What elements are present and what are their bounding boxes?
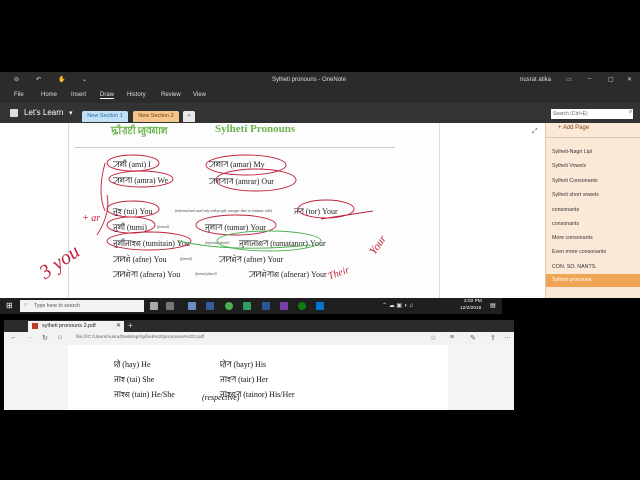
- page-item[interactable]: CON. SO. NANTS.: [552, 264, 597, 270]
- pdf-viewer[interactable]: ꠢꠦ (hay) He ꠢꠦꠞ (hayr) His ꠔꠣꠁ (tai) She…: [4, 345, 514, 410]
- browser-tab-title: sylheti pronouns 2.pdf: [42, 323, 96, 329]
- divider: [546, 137, 640, 138]
- chevron-down-icon[interactable]: ▾: [69, 109, 73, 117]
- tab-file[interactable]: File: [14, 92, 24, 98]
- section-tab-1[interactable]: New Section 1: [82, 111, 128, 122]
- section-tab-2[interactable]: New Section 2: [133, 111, 179, 122]
- page-item[interactable]: Sylheti-Nagri Lipi: [552, 149, 592, 155]
- pdf-possessive-row: ꠔꠣꠁꠞ (tair) Her: [220, 375, 269, 384]
- ink-note-plus-ar: + ar: [82, 213, 101, 224]
- notifications-icon[interactable]: ▤: [490, 302, 496, 309]
- add-page-button[interactable]: + Add Page: [558, 125, 589, 131]
- edge-icon[interactable]: [316, 302, 324, 310]
- notes-icon[interactable]: ✎: [470, 334, 476, 342]
- page-item[interactable]: Sylheti short vowels: [552, 192, 599, 198]
- word-icon[interactable]: [262, 302, 270, 310]
- refresh-icon[interactable]: ↻: [42, 334, 48, 342]
- window-title: Sylheti pronouns - OneNote: [272, 77, 347, 83]
- page-item[interactable]: consonants: [552, 221, 579, 227]
- page-item[interactable]: consonants: [552, 207, 579, 213]
- address-bar-row: ← → ↻ ⌂ file:///C:/Users/nusra/Desktop/S…: [4, 332, 514, 346]
- pdf-pronoun-row: ꠔꠣꠁꠘ (tain) He/She: [114, 390, 175, 399]
- share-icon[interactable]: ⇪: [490, 334, 496, 342]
- search-icon: ○: [24, 302, 28, 308]
- taskbar: ⊞ ○ Type here to search ⌃ ☁ ▣ ◖ ♫ 2:02 P…: [0, 298, 502, 314]
- home-icon[interactable]: ⌂: [58, 334, 62, 341]
- more-icon[interactable]: …: [504, 333, 511, 340]
- page-list-pane: + Add Page Sylheti-Nagri Lipi Sylheti Vo…: [545, 123, 640, 298]
- app-icon[interactable]: [206, 302, 214, 310]
- pdf-possessive-row: ꠔꠣꠁꠘꠞ (tainor) His/Her: [220, 390, 295, 399]
- quick-access-icon[interactable]: ⌄: [82, 76, 87, 83]
- page-item[interactable]: Sylheti Vowels: [552, 163, 586, 169]
- browser-tab-strip: sylheti pronouns 2.pdf ✕ +: [4, 320, 514, 332]
- app-icon[interactable]: [188, 302, 196, 310]
- page-item[interactable]: Even more consonants: [552, 249, 606, 255]
- user-name[interactable]: nusrat atika: [520, 77, 551, 83]
- maximize-icon[interactable]: ▢: [608, 76, 614, 83]
- clock-time[interactable]: 2:02 PM: [464, 299, 482, 304]
- pdf-pronoun-row: ꠢꠦ (hay) He: [114, 360, 151, 369]
- xbox-icon[interactable]: [298, 302, 306, 310]
- app-icon[interactable]: [243, 302, 251, 310]
- edge-window: sylheti pronouns 2.pdf ✕ + ← → ↻ ⌂ file:…: [4, 320, 514, 410]
- tab-draw[interactable]: Draw: [100, 92, 115, 99]
- ribbon-tabs: File Home Insert Draw History Review Vie…: [0, 89, 640, 103]
- taskbar-search[interactable]: ○ Type here to search: [20, 300, 144, 312]
- taskbar-search-input[interactable]: Type here to search: [34, 303, 80, 309]
- page-item[interactable]: More consonants: [552, 235, 593, 241]
- notebook-name[interactable]: Let's Learn: [24, 108, 63, 117]
- task-view-icon[interactable]: [150, 302, 158, 310]
- new-tab-icon[interactable]: +: [128, 321, 133, 330]
- minimize-icon[interactable]: –: [588, 76, 591, 82]
- pdf-page: ꠢꠦ (hay) He ꠢꠦꠞ (hayr) His ꠔꠣꠁ (tai) She…: [68, 345, 448, 410]
- pdf-possessive-row: ꠢꠦꠞ (hayr) His: [220, 360, 267, 369]
- tab-view[interactable]: View: [193, 92, 206, 98]
- address-input[interactable]: file:///C:/Users/nusra/Desktop/Sylheti%2…: [76, 335, 204, 340]
- back-icon[interactable]: ←: [10, 334, 17, 341]
- close-icon[interactable]: ✕: [627, 76, 632, 83]
- note-canvas[interactable]: ⤢ ꠍꠤꠟꠐꠤ ꠢꠥꠛꠘꠣꠝ Sylheti Pronouns ꠀꠝꠤ (ami…: [0, 123, 545, 298]
- close-tab-icon[interactable]: ✕: [116, 322, 121, 329]
- tab-history[interactable]: History: [127, 92, 146, 98]
- search-input[interactable]: Search (Ctrl+E): [551, 109, 633, 119]
- tab-insert[interactable]: Insert: [71, 92, 86, 98]
- undo-icon[interactable]: ↶: [36, 76, 41, 83]
- title-bar: ⊖ ↶ ✋ ⌄ Sylheti pronouns - OneNote nusra…: [0, 72, 640, 89]
- touch-mode-icon[interactable]: ✋: [58, 76, 65, 83]
- ribbon-display-icon[interactable]: ▭: [566, 76, 572, 83]
- page-item-selected[interactable]: Sylheti pronouns: [552, 277, 591, 283]
- search-icon: ⌕: [629, 109, 633, 115]
- app-icon[interactable]: [166, 302, 174, 310]
- ink-annotations: [96, 154, 374, 252]
- note-page: ꠍꠤꠟꠐꠤ ꠢꠥꠛꠘꠣꠝ Sylheti Pronouns ꠀꠝꠤ (ami) …: [68, 123, 440, 298]
- page-item[interactable]: Sylheti Consonants: [552, 178, 598, 184]
- app-icon[interactable]: [225, 302, 233, 310]
- tab-review[interactable]: Review: [161, 92, 181, 98]
- pdf-icon: [32, 323, 38, 329]
- windows-start-icon[interactable]: ⊞: [6, 301, 13, 310]
- hub-icon[interactable]: ≡: [450, 334, 454, 341]
- back-icon[interactable]: ⊖: [14, 76, 19, 83]
- favorite-icon[interactable]: ☆: [430, 334, 436, 342]
- add-section-button[interactable]: +: [183, 111, 195, 122]
- notebook-bar: Let's Learn ▾ New Section 1 New Section …: [0, 103, 640, 123]
- notebook-icon[interactable]: [10, 109, 18, 117]
- pdf-pronoun-row: ꠔꠣꠁ (tai) She: [114, 375, 155, 384]
- onenote-window: ⊖ ↶ ✋ ⌄ Sylheti pronouns - OneNote nusra…: [0, 72, 640, 298]
- forward-icon[interactable]: →: [26, 334, 33, 341]
- browser-tab[interactable]: sylheti pronouns 2.pdf ✕: [28, 321, 124, 332]
- tab-home[interactable]: Home: [41, 92, 57, 98]
- tray-icons[interactable]: ⌃ ☁ ▣ ◖ ♫: [382, 302, 414, 309]
- clock-date[interactable]: 12/2/2018: [460, 306, 481, 311]
- onenote-icon[interactable]: [280, 302, 288, 310]
